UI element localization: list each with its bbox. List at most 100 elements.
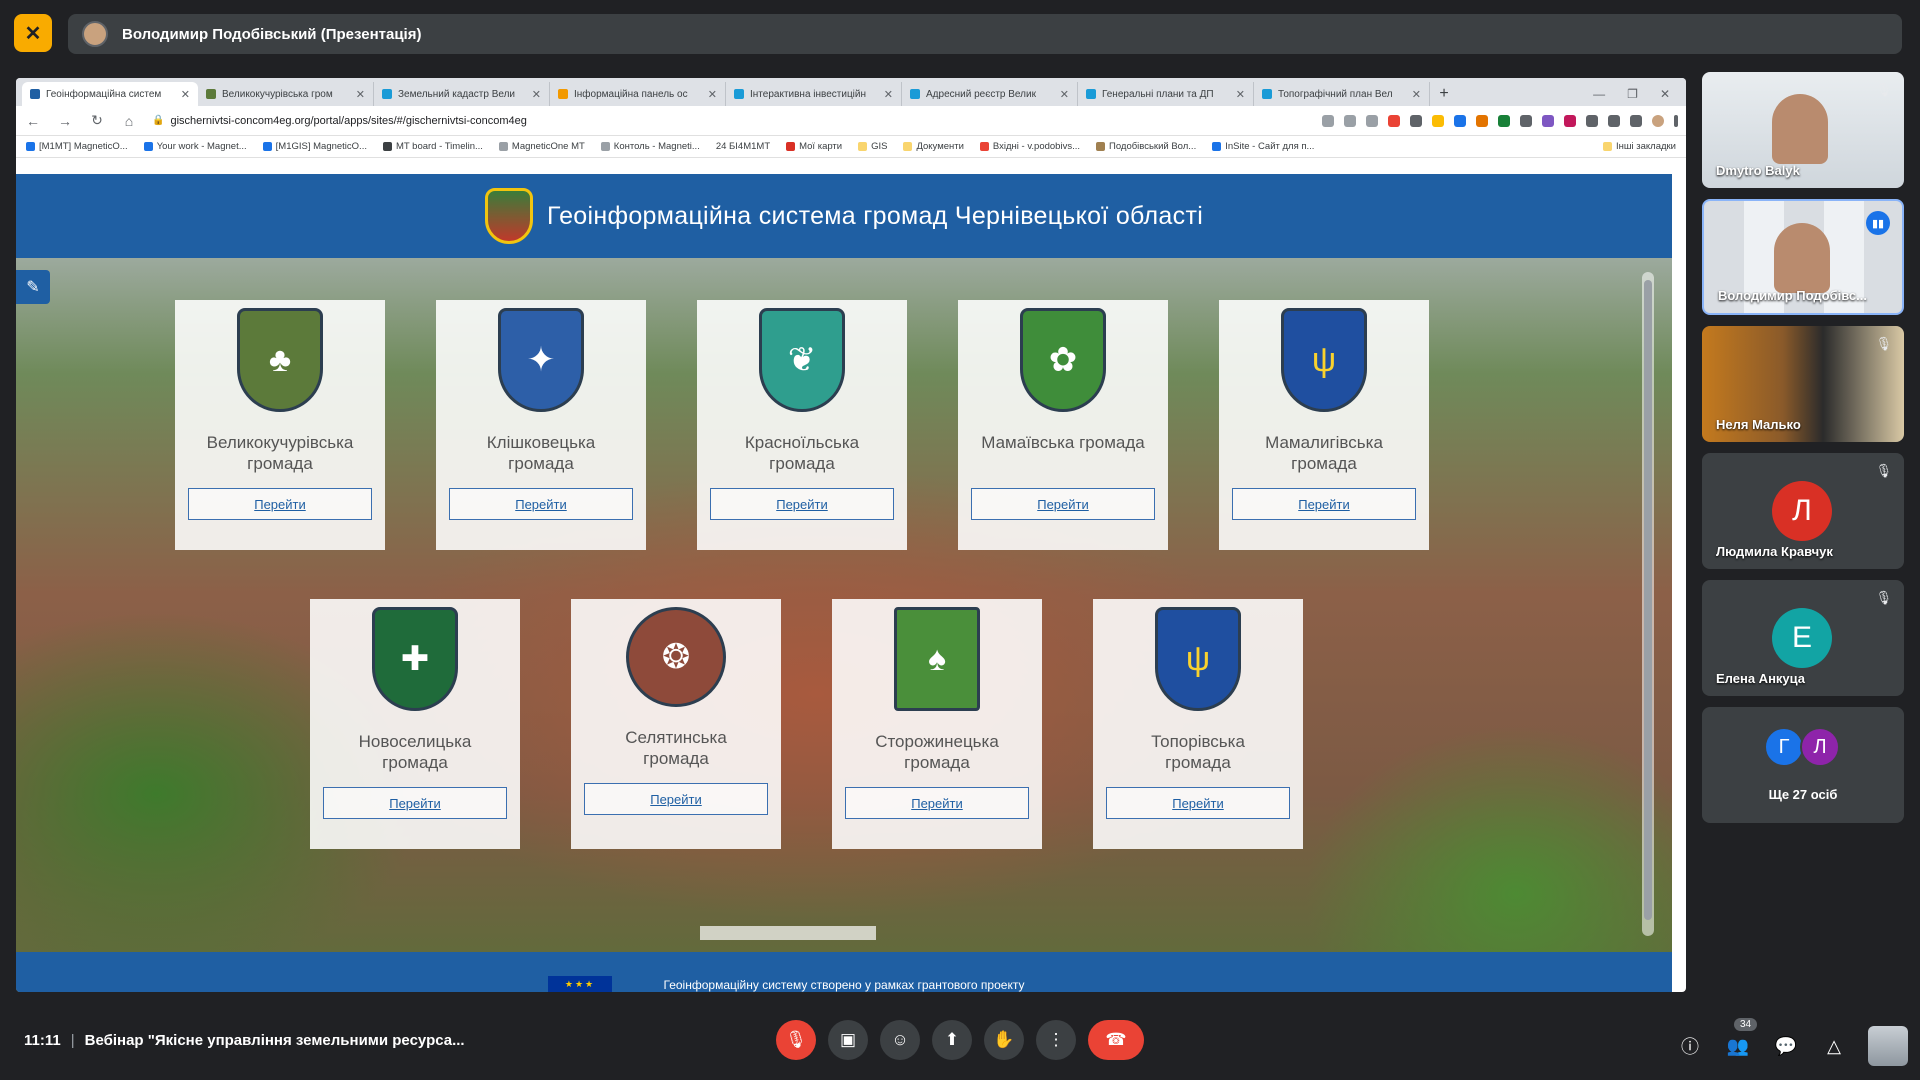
participant-tile[interactable]: Е 🎙 Елена Анкуца <box>1702 580 1904 696</box>
presenter-title: Володимир Подобівський (Презентація) <box>122 25 422 43</box>
scrollbar-thumb[interactable] <box>1644 280 1652 920</box>
self-view-thumbnail[interactable] <box>1868 1026 1908 1066</box>
present-off-icon[interactable]: ✕ <box>14 14 52 52</box>
profile-icon[interactable] <box>1652 114 1664 127</box>
close-window-icon[interactable]: ✕ <box>1660 87 1670 101</box>
close-icon[interactable]: ✕ <box>532 88 541 101</box>
browser-tab[interactable]: Адресний реєстр Велик ✕ <box>902 82 1078 106</box>
extension-icon[interactable] <box>1520 114 1532 127</box>
extension-icon[interactable] <box>1564 114 1576 127</box>
bookmark-folder[interactable]: Документи <box>903 141 964 152</box>
coat-of-arms-icon: ♣ <box>237 308 323 412</box>
go-button[interactable]: Перейти <box>188 488 372 520</box>
go-button[interactable]: Перейти <box>584 783 768 815</box>
extension-icon[interactable] <box>1388 114 1400 127</box>
translate-icon[interactable] <box>1322 114 1334 127</box>
camera-icon[interactable]: ▣ <box>828 1020 868 1060</box>
pencil-icon[interactable]: ✎ <box>16 270 50 304</box>
sidepanel-icon[interactable] <box>1630 114 1642 127</box>
chat-icon[interactable]: 💬 <box>1772 1032 1800 1060</box>
raise-hand-icon[interactable]: ✋ <box>984 1020 1024 1060</box>
participant-tile[interactable]: Л 🎙 Людмила Кравчук <box>1702 453 1904 569</box>
participant-tile[interactable]: ▮▮ Володимир Подобівс... <box>1702 199 1904 315</box>
bookmark-item[interactable]: 24 БІ4M1MT <box>716 141 770 152</box>
browser-tab[interactable]: Топографічний план Вел ✕ <box>1254 82 1430 106</box>
bookmark-folder[interactable]: GIS <box>858 141 887 152</box>
bookmark-item[interactable]: MT board - Timelin... <box>382 141 483 152</box>
close-icon[interactable]: ✕ <box>1060 88 1069 101</box>
go-button[interactable]: Перейти <box>710 488 894 520</box>
participant-tile[interactable]: 🎙 Dmytro Balyk <box>1702 72 1904 188</box>
bookmark-favicon-icon <box>1212 142 1222 151</box>
participant-video <box>1772 94 1828 164</box>
browser-tab-strip: Геоінформаційна систем ✕ Великокучурівськ… <box>16 78 1686 106</box>
close-icon[interactable]: ✕ <box>1412 88 1421 101</box>
bookmark-item[interactable]: MagneticOne MT <box>498 141 585 152</box>
close-icon[interactable]: ✕ <box>181 88 190 101</box>
extension-icon[interactable] <box>1410 114 1422 127</box>
bookmark-item[interactable]: Подобівський Вол... <box>1096 141 1196 152</box>
extension-icon[interactable] <box>1432 114 1444 127</box>
community-card: ✚ Новоселицька громада Перейти <box>310 599 520 849</box>
forward-icon[interactable]: → <box>56 113 74 129</box>
download-icon[interactable] <box>1608 114 1620 127</box>
address-bar[interactable]: 🔒 gischernivtsi-concom4eg.org/portal/app… <box>152 115 1308 127</box>
mic-off-icon[interactable]: 🎙 <box>776 1020 816 1060</box>
home-icon[interactable]: ⌂ <box>120 113 138 129</box>
go-button[interactable]: Перейти <box>1106 787 1290 819</box>
browser-tab[interactable]: Земельний кадастр Вели ✕ <box>374 82 550 106</box>
go-button[interactable]: Перейти <box>845 787 1029 819</box>
extension-icon[interactable] <box>1498 114 1510 127</box>
close-icon[interactable]: ✕ <box>356 88 365 101</box>
browser-tab[interactable]: Геоінформаційна систем ✕ <box>22 82 198 106</box>
new-tab-button[interactable]: + <box>1430 82 1458 106</box>
extension-icon[interactable] <box>1542 114 1554 127</box>
browser-tab[interactable]: Інтерактивна інвестиційн ✕ <box>726 82 902 106</box>
avatar-stack: Г Л <box>1764 727 1840 767</box>
close-icon[interactable]: ✕ <box>708 88 717 101</box>
puzzle-icon[interactable] <box>1586 114 1598 127</box>
activities-icon[interactable]: △ <box>1820 1032 1848 1060</box>
close-icon[interactable]: ✕ <box>1236 88 1245 101</box>
tab-favicon-icon <box>1262 89 1272 99</box>
extension-icon[interactable] <box>1454 114 1466 127</box>
go-button[interactable]: Перейти <box>449 488 633 520</box>
bookmark-item[interactable]: InSite - Сайт для п... <box>1212 141 1314 152</box>
bookmark-item[interactable]: Інші закладки <box>1603 141 1676 152</box>
browser-tab[interactable]: Генеральні плани та ДП ✕ <box>1078 82 1254 106</box>
people-icon[interactable]: 👥 34 <box>1724 1018 1758 1060</box>
page-scrollbar[interactable] <box>1642 272 1654 936</box>
extension-icon[interactable] <box>1476 114 1488 127</box>
info-icon[interactable]: ⓘ <box>1676 1032 1704 1060</box>
presentation-banner: Володимир Подобівський (Презентація) <box>68 14 1902 54</box>
go-button[interactable]: Перейти <box>323 787 507 819</box>
bookmark-item[interactable]: Your work - Magnet... <box>143 141 247 152</box>
bookmark-item[interactable]: Вхідні - v.podobivs... <box>979 141 1080 152</box>
participant-tile[interactable]: 🎙 Неля Малько <box>1702 326 1904 442</box>
maximize-icon[interactable]: ❐ <box>1627 87 1638 101</box>
bookmark-item[interactable]: Мої карти <box>786 141 842 152</box>
back-icon[interactable]: ← <box>24 113 42 129</box>
present-screen-icon[interactable]: ⬆ <box>932 1020 972 1060</box>
tab-label: Генеральні плани та ДП <box>1102 88 1214 100</box>
bookmark-label: InSite - Сайт для п... <box>1225 141 1315 152</box>
browser-tab[interactable]: Великокучурівська гром ✕ <box>198 82 374 106</box>
emoji-icon[interactable]: ☺ <box>880 1020 920 1060</box>
kebab-menu-icon[interactable] <box>1674 114 1678 127</box>
minimize-icon[interactable]: — <box>1593 87 1605 101</box>
bookmark-item[interactable]: [M1GIS] MagneticO... <box>262 141 367 152</box>
go-button[interactable]: Перейти <box>971 488 1155 520</box>
bookmark-item[interactable]: Контоль - Magneti... <box>600 141 700 152</box>
go-button[interactable]: Перейти <box>1232 488 1416 520</box>
close-icon[interactable]: ✕ <box>884 88 893 101</box>
coat-of-arms-icon: ✿ <box>1020 308 1106 412</box>
hangup-icon[interactable]: ☎ <box>1088 1020 1144 1060</box>
share-icon[interactable] <box>1344 114 1356 127</box>
reload-icon[interactable]: ↻ <box>88 112 106 129</box>
community-name: Топорівська громада <box>1151 732 1245 772</box>
more-vert-icon[interactable]: ⋮ <box>1036 1020 1076 1060</box>
browser-tab[interactable]: Інформаційна панель ос ✕ <box>550 82 726 106</box>
bookmark-star-icon[interactable] <box>1366 114 1378 127</box>
more-participants-tile[interactable]: Г Л Ще 27 осіб <box>1702 707 1904 823</box>
bookmark-item[interactable]: [M1MT] MagneticO... <box>26 141 128 152</box>
